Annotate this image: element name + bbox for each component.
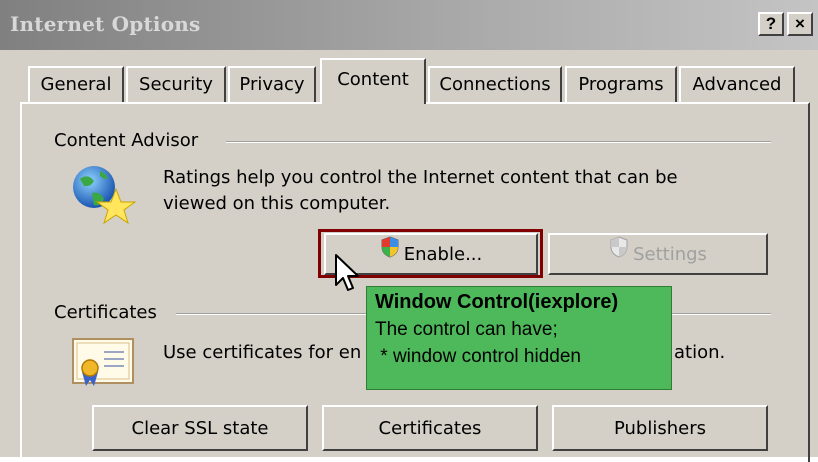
internet-options-window: Internet Options ? × General Security Pr…: [0, 0, 818, 462]
tab-advanced[interactable]: Advanced: [679, 66, 795, 102]
content-advisor-description: Ratings help you control the Internet co…: [163, 165, 678, 217]
help-button[interactable]: ?: [758, 12, 784, 36]
tooltip-line1: The control can have;: [375, 319, 558, 340]
certificates-description-left: Use certificates for en: [163, 342, 362, 363]
settings-button[interactable]: Settings: [548, 233, 768, 275]
close-button[interactable]: ×: [787, 12, 813, 36]
mouse-cursor-icon: [334, 253, 360, 297]
certificates-divider-right: [672, 313, 771, 315]
content-advisor-description-line2: viewed on this computer.: [163, 193, 391, 214]
tab-general[interactable]: General: [28, 66, 124, 102]
certificate-icon: [72, 338, 134, 392]
certificates-description-right: ation.: [674, 342, 726, 363]
uac-shield-icon: [380, 233, 400, 273]
tab-content[interactable]: Content: [320, 58, 426, 104]
tab-privacy[interactable]: Privacy: [228, 66, 316, 102]
tab-programs[interactable]: Programs: [565, 66, 677, 102]
publishers-button[interactable]: Publishers: [552, 405, 768, 451]
clear-ssl-state-button[interactable]: Clear SSL state: [92, 405, 308, 451]
content-advisor-description-line1: Ratings help you control the Internet co…: [163, 167, 678, 188]
content-advisor-divider: [226, 141, 771, 143]
uac-shield-icon: [609, 233, 629, 273]
certificates-button[interactable]: Certificates: [322, 405, 538, 451]
title-bar[interactable]: Internet Options ? ×: [0, 0, 818, 50]
tooltip-line2: * window control hidden: [375, 346, 581, 367]
globe-star-icon: [70, 163, 137, 229]
window-control-tooltip: Window Control(iexplore) The control can…: [366, 286, 672, 390]
certificates-divider: [176, 313, 366, 315]
content-advisor-group-label: Content Advisor: [54, 130, 199, 151]
certificates-group-label: Certificates: [54, 302, 157, 323]
tooltip-title: Window Control(iexplore): [375, 291, 619, 313]
enable-button-label: Enable...: [403, 244, 483, 265]
window-title: Internet Options: [10, 12, 201, 36]
settings-button-label: Settings: [633, 244, 707, 265]
tab-security[interactable]: Security: [126, 66, 226, 102]
tab-connections[interactable]: Connections: [428, 66, 562, 102]
